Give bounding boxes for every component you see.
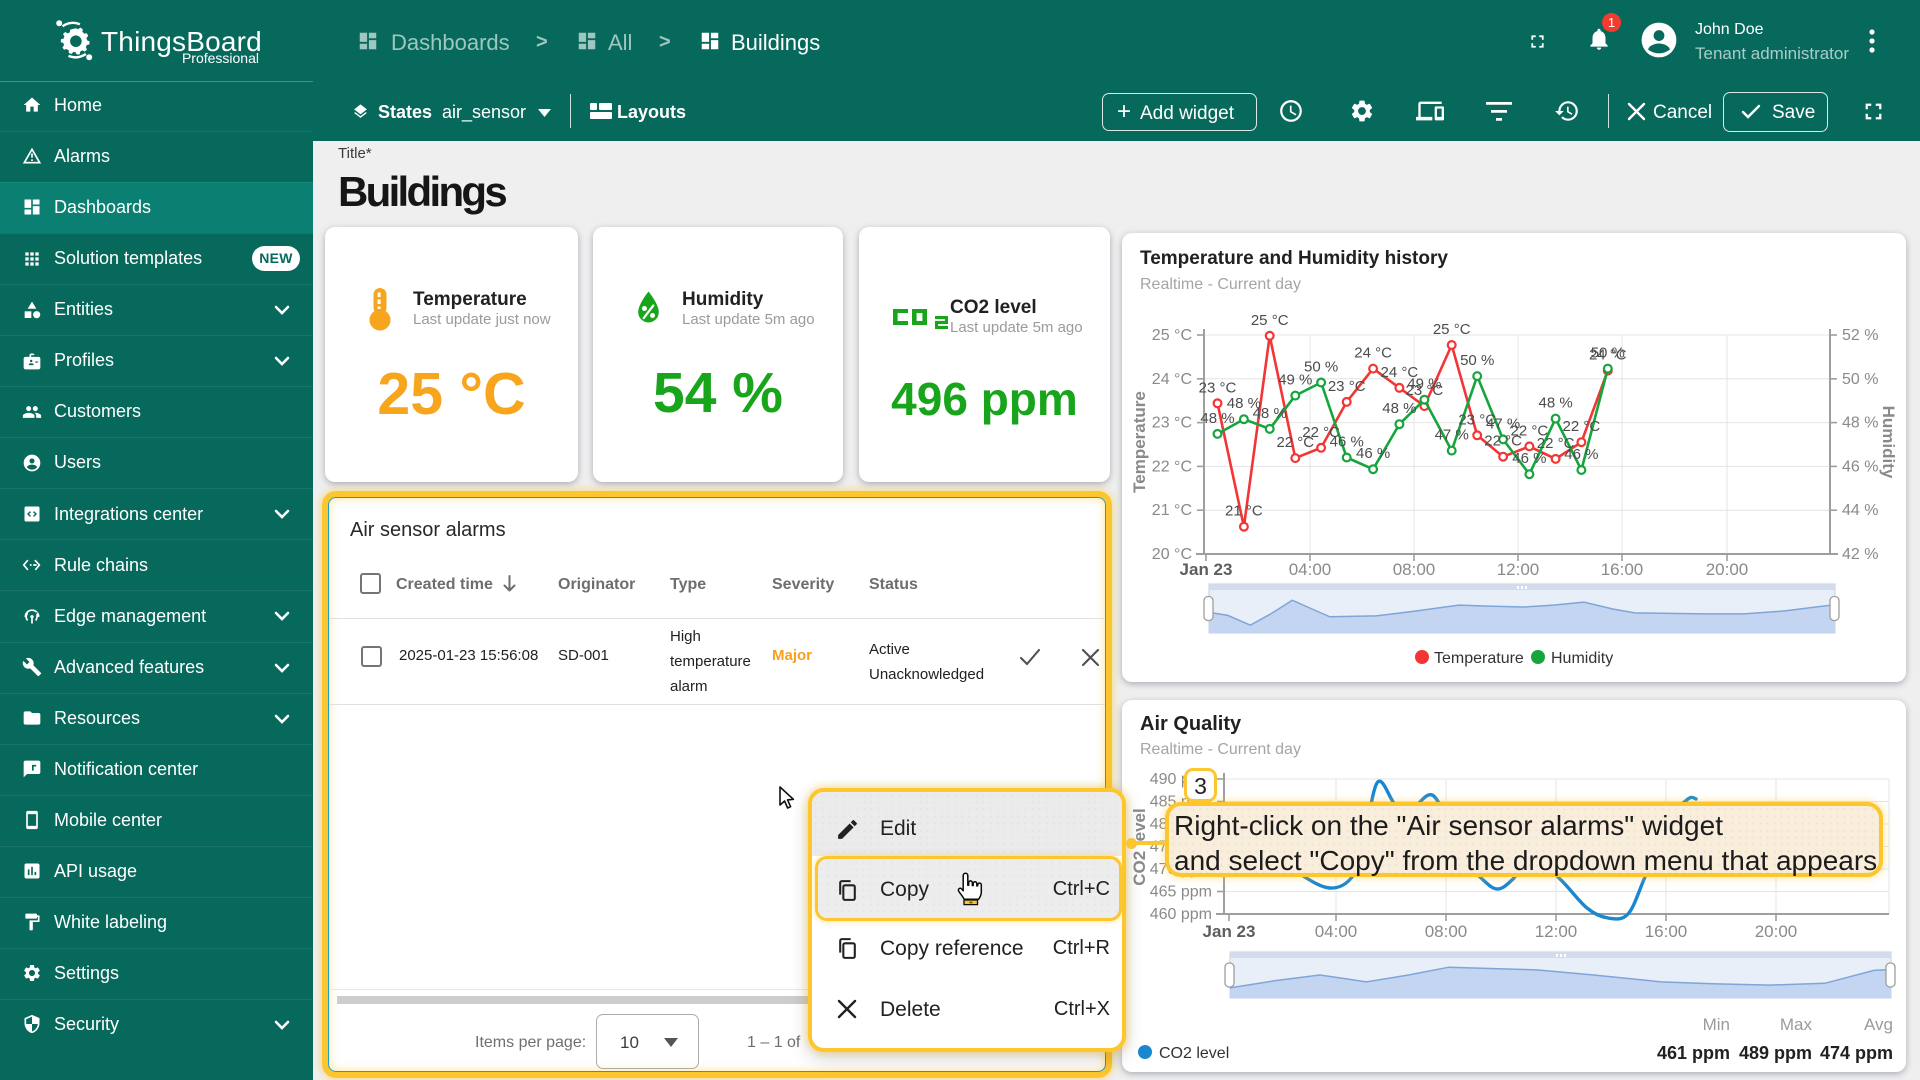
svg-text:47 %: 47 % [1435, 427, 1469, 444]
svg-text:12:00: 12:00 [1535, 922, 1578, 941]
svg-text:50 %: 50 % [1842, 371, 1878, 388]
svg-text:22 °C: 22 °C [1152, 458, 1192, 475]
svg-text:21 °C: 21 °C [1225, 503, 1263, 520]
svg-text:Avg: Avg [1864, 1015, 1893, 1034]
svg-text:04:00: 04:00 [1289, 560, 1332, 579]
svg-text:22 °C: 22 °C [1563, 418, 1601, 435]
svg-text:46 %: 46 % [1512, 450, 1546, 467]
svg-text:Jan 23: Jan 23 [1180, 560, 1233, 579]
svg-text:48 %: 48 % [1382, 400, 1416, 417]
svg-text:21 °C: 21 °C [1152, 502, 1192, 519]
svg-text:489 ppm: 489 ppm [1739, 1043, 1812, 1063]
svg-text:08:00: 08:00 [1393, 560, 1436, 579]
svg-text:49 %: 49 % [1407, 376, 1441, 393]
svg-text:Max: Max [1780, 1015, 1813, 1034]
svg-text:24 °C: 24 °C [1152, 371, 1192, 388]
svg-text:48 %: 48 % [1842, 415, 1878, 432]
svg-text:46 %: 46 % [1564, 446, 1598, 463]
svg-text:25 °C: 25 °C [1251, 312, 1289, 329]
svg-text:Temperature: Temperature [1130, 391, 1149, 493]
svg-text:25 °C: 25 °C [1152, 327, 1192, 344]
svg-text:16:00: 16:00 [1601, 560, 1644, 579]
svg-text:460 ppm: 460 ppm [1150, 906, 1212, 923]
svg-text:Min: Min [1703, 1015, 1730, 1034]
svg-text:23 °C: 23 °C [1328, 378, 1366, 395]
svg-text:474 ppm: 474 ppm [1820, 1043, 1893, 1063]
svg-text:08:00: 08:00 [1425, 922, 1468, 941]
svg-text:CO2 level: CO2 level [1159, 1045, 1229, 1062]
svg-text:12:00: 12:00 [1497, 560, 1540, 579]
svg-text:23 °C: 23 °C [1152, 415, 1192, 432]
svg-text:46 %: 46 % [1842, 458, 1878, 475]
svg-text:04:00: 04:00 [1315, 922, 1358, 941]
svg-text:Jan 23: Jan 23 [1203, 922, 1256, 941]
svg-text:46 %: 46 % [1356, 445, 1390, 462]
svg-text:50 %: 50 % [1460, 352, 1494, 369]
svg-text:20:00: 20:00 [1706, 560, 1749, 579]
svg-text:50 %: 50 % [1591, 345, 1625, 362]
svg-text:Humidity: Humidity [1879, 406, 1898, 479]
svg-text:48 %: 48 % [1200, 410, 1234, 427]
svg-text:25 °C: 25 °C [1433, 321, 1471, 338]
svg-text:Humidity: Humidity [1551, 650, 1613, 667]
svg-text:20:00: 20:00 [1755, 922, 1798, 941]
svg-text:48 %: 48 % [1253, 405, 1287, 422]
svg-text:24 °C: 24 °C [1354, 345, 1392, 362]
svg-text:Temperature: Temperature [1434, 650, 1524, 667]
svg-text:44 %: 44 % [1842, 502, 1878, 519]
svg-text:23 °C: 23 °C [1199, 379, 1237, 396]
svg-text:16:00: 16:00 [1645, 922, 1688, 941]
svg-text:42 %: 42 % [1842, 546, 1878, 563]
svg-text:47 %: 47 % [1486, 415, 1520, 432]
svg-text:465 ppm: 465 ppm [1150, 884, 1212, 901]
svg-text:52 %: 52 % [1842, 327, 1878, 344]
svg-text:50 %: 50 % [1304, 359, 1338, 376]
svg-text:48 %: 48 % [1538, 395, 1572, 412]
svg-text:461 ppm: 461 ppm [1657, 1043, 1730, 1063]
